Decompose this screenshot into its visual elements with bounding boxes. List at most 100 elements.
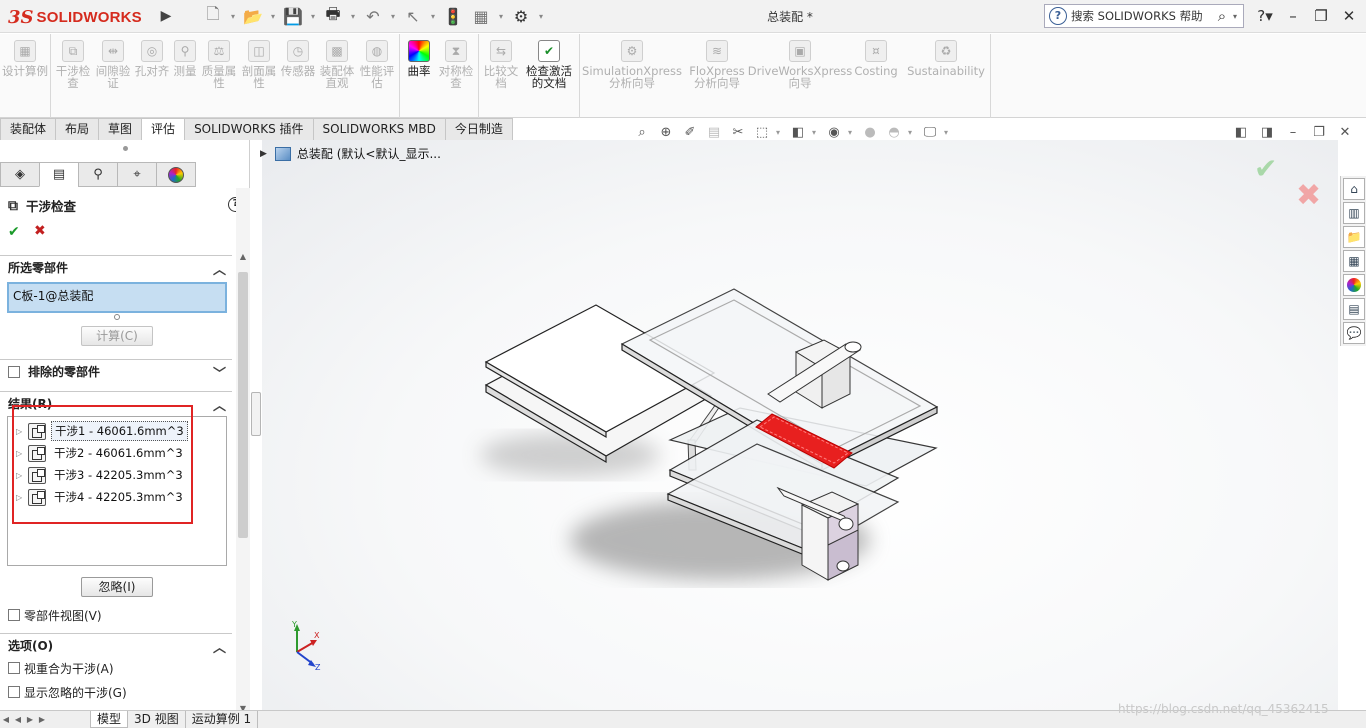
display-style-icon[interactable]: ◧	[788, 122, 808, 142]
options-icon[interactable]: ⚙	[508, 4, 534, 28]
property-manager-tab-icon[interactable]: ▤	[39, 162, 79, 187]
bottom-tab-0[interactable]: 模型	[90, 711, 129, 728]
new-icon[interactable]: 🗋	[200, 4, 226, 28]
previous-view-icon[interactable]: ✐	[680, 122, 700, 142]
dimxpert-tab-icon[interactable]: ⌖	[117, 162, 157, 187]
open-dropdown-icon[interactable]: ▾	[268, 4, 278, 28]
hole-align-button[interactable]: ◎ 孔对齐	[133, 34, 171, 118]
hide-show-dropdown-icon[interactable]: ▾	[848, 128, 856, 137]
collapse-chevron-icon[interactable]: ︿	[213, 637, 226, 656]
show-ignored-option[interactable]: 显示忽略的干涉(G)	[8, 683, 127, 701]
select-dropdown-icon[interactable]: ▾	[428, 4, 438, 28]
close-icon[interactable]: ✕	[1338, 4, 1360, 28]
tab-2[interactable]: 草图	[98, 118, 143, 140]
view-orientation-icon[interactable]: ⬚	[752, 122, 772, 142]
save-icon[interactable]: 💾	[280, 4, 306, 28]
search-icon[interactable]: ⌕	[1211, 7, 1233, 25]
component-view-checkbox[interactable]	[8, 609, 20, 621]
viewport-close-icon[interactable]: ✕	[1336, 124, 1354, 142]
selected-components-header[interactable]: 所选零部件 ︿	[0, 255, 232, 279]
help-search-box[interactable]: ? 搜索 SOLIDWORKS 帮助 ⌕ ▾	[1044, 4, 1244, 28]
help-menu-icon[interactable]: ?▾	[1254, 4, 1276, 28]
bottom-tab-2[interactable]: 运动算例 1	[186, 711, 259, 728]
simxpress-button[interactable]: ⚙ SimulationXpress 分析向导	[582, 34, 682, 118]
undo-icon[interactable]: ↶	[360, 4, 386, 28]
component-view-option[interactable]: 零部件视图(V)	[8, 606, 102, 624]
coincidence-option[interactable]: 视重合为干涉(A)	[8, 659, 114, 677]
apply-scene-icon[interactable]: ◓	[884, 122, 904, 142]
undo-dropdown-icon[interactable]: ▾	[388, 4, 398, 28]
costing-button[interactable]: ¤ Costing	[848, 34, 904, 118]
mass-props-button[interactable]: ⚖ 质量属性	[199, 34, 239, 118]
tab-nav-prev-icon[interactable]: ◀	[12, 715, 24, 724]
driveworks-button[interactable]: ▣ DriveWorksXpress 向导	[748, 34, 852, 118]
hide-show-items-icon[interactable]: ◉	[824, 122, 844, 142]
tab-nav-first-icon[interactable]: ◀	[0, 715, 12, 724]
help-search-text[interactable]: 搜索 SOLIDWORKS 帮助	[1071, 8, 1211, 24]
interference-button[interactable]: ⧉ 干涉检查	[53, 34, 93, 118]
custom-properties-icon[interactable]: ▤	[1343, 298, 1365, 320]
search-dropdown-icon[interactable]: ▾	[1233, 12, 1243, 21]
view-settings-dropdown-icon[interactable]: ▾	[944, 128, 952, 137]
file-properties-dropdown-icon[interactable]: ▾	[496, 4, 506, 28]
print-icon[interactable]: 🖶	[320, 4, 346, 28]
collapse-chevron-icon[interactable]: ︿	[213, 395, 226, 414]
open-icon[interactable]: 📂	[240, 4, 266, 28]
coincidence-checkbox[interactable]	[8, 662, 20, 674]
feature-tree-tab-icon[interactable]: ◈	[0, 162, 40, 187]
panel-scrollbar[interactable]: ▲ ▼	[236, 188, 250, 718]
floxpress-button[interactable]: ≋ FloXpress 分析向导	[682, 34, 752, 118]
symmetry-button[interactable]: ⧗ 对称检查	[436, 34, 476, 118]
ignore-button[interactable]: 忽略(I)	[81, 577, 153, 597]
forum-icon[interactable]: 💬	[1343, 322, 1365, 344]
options-dropdown-icon[interactable]: ▾	[536, 4, 546, 28]
select-icon[interactable]: ↖	[400, 4, 426, 28]
confirm-ok-icon[interactable]: ✔	[1254, 152, 1277, 185]
home-icon[interactable]: ⌂	[1343, 178, 1365, 200]
display-manager-tab-icon[interactable]	[156, 162, 196, 187]
file-explorer-icon[interactable]: 📁	[1343, 226, 1365, 248]
file-properties-icon[interactable]: ▦	[468, 4, 494, 28]
panel-grip-handle[interactable]	[123, 146, 128, 151]
menu-expand-arrow-icon[interactable]: ▶	[158, 4, 174, 28]
clearance-button[interactable]: ⇹ 间隙验证	[93, 34, 133, 118]
design-library-icon[interactable]: ▥	[1343, 202, 1365, 224]
compare-button[interactable]: ⇆ 比较文档	[481, 34, 521, 118]
calculate-button[interactable]: 计算(C)	[81, 326, 153, 346]
view-settings-icon[interactable]: 🖵	[920, 122, 940, 142]
print-dropdown-icon[interactable]: ▾	[348, 4, 358, 28]
rebuild-icon[interactable]: 🚦	[440, 4, 466, 28]
tab-nav-next-icon[interactable]: ▶	[24, 715, 36, 724]
scroll-up-icon[interactable]: ▲	[236, 250, 250, 264]
scene-dropdown-icon[interactable]: ▾	[908, 128, 916, 137]
ok-check-icon[interactable]: ✔	[8, 224, 20, 240]
zoom-to-fit-icon[interactable]: ⌕	[632, 122, 652, 142]
display-style-dropdown-icon[interactable]: ▾	[812, 128, 820, 137]
performance-button[interactable]: ◍ 性能评估	[357, 34, 397, 118]
excluded-checkbox[interactable]	[8, 365, 20, 378]
measure-button[interactable]: ⚲ 测量	[171, 34, 199, 118]
appearances-icon[interactable]	[1343, 274, 1365, 296]
show-ignored-checkbox[interactable]	[8, 686, 20, 698]
restore-icon[interactable]: ❐	[1310, 4, 1332, 28]
selected-component-item[interactable]: C板-1@总装配	[13, 289, 93, 303]
new-dropdown-icon[interactable]: ▾	[228, 4, 238, 28]
section-props-button[interactable]: ◫ 剖面属性	[239, 34, 279, 118]
panel-splitter-handle[interactable]	[251, 392, 261, 436]
edit-appearance-icon[interactable]: ●	[860, 122, 880, 142]
assembly-viz-button[interactable]: ▩ 装配体直观	[317, 34, 357, 118]
options-header[interactable]: 选项(O) ︿	[0, 633, 232, 657]
excluded-components-header[interactable]: 排除的零部件 ﹀	[0, 359, 232, 383]
selected-components-list[interactable]: C板-1@总装配	[7, 282, 227, 313]
bottom-tab-1[interactable]: 3D 视图	[128, 711, 186, 728]
flyout-tree-root[interactable]: ▶ 总装配 (默认<默认_显示...	[260, 145, 441, 162]
curvature-button[interactable]: 曲率	[402, 34, 436, 118]
sustainability-button[interactable]: ♻ Sustainability	[904, 34, 988, 118]
view-orientation-dropdown-icon[interactable]: ▾	[776, 128, 784, 137]
cancel-x-icon[interactable]: ✖	[34, 223, 46, 239]
minimize-icon[interactable]: –	[1282, 4, 1304, 28]
configuration-manager-tab-icon[interactable]: ⚲	[78, 162, 118, 187]
section-view-icon[interactable]: ▤	[704, 122, 724, 142]
view-palette-icon[interactable]: ▦	[1343, 250, 1365, 272]
tab-3[interactable]: 评估	[141, 118, 186, 140]
